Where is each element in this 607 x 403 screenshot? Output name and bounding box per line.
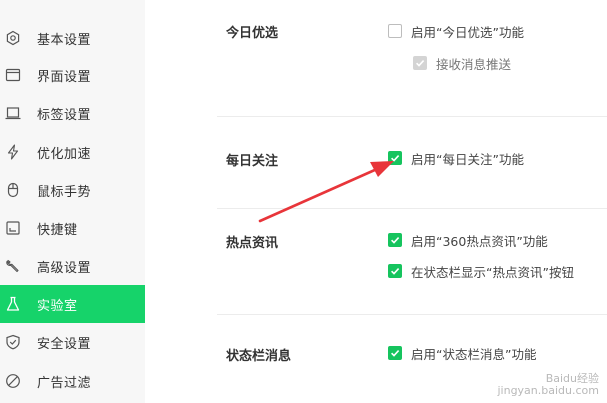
sidebar-item-label: 基本设置 <box>37 32 92 48</box>
option-show-hot-news-button[interactable]: 在状态栏显示“热点资讯”按钮 <box>388 262 574 280</box>
watermark: Baidu经验 jingyan.baidu.com <box>497 373 599 397</box>
section-divider <box>217 116 607 117</box>
window-icon <box>4 66 22 84</box>
checkbox-unchecked[interactable] <box>388 24 402 38</box>
option-label: 启用“状态栏消息”功能 <box>411 346 537 362</box>
shield-icon <box>4 333 22 351</box>
settings-sidebar: 基本设置 界面设置 标签设置 优化加速 鼠标手势 快捷键 高级设置 实验室 安全… <box>0 0 145 403</box>
mouse-icon <box>4 181 22 199</box>
check-icon <box>391 350 400 357</box>
section-title-daily-follow: 每日关注 <box>226 154 279 169</box>
sidebar-item-ad-filter[interactable]: 广告过滤 <box>0 362 145 400</box>
sidebar-item-label: 安全设置 <box>37 336 92 352</box>
keyboard-icon <box>4 219 22 237</box>
sidebar-item-advanced[interactable]: 高级设置 <box>0 247 145 285</box>
option-enable-daily-follow[interactable]: 启用“每日关注”功能 <box>388 149 524 167</box>
checkbox-checked-disabled[interactable] <box>413 56 427 70</box>
section-title-statusbar-messages: 状态栏消息 <box>226 349 292 364</box>
option-enable-statusbar-messages[interactable]: 启用“状态栏消息”功能 <box>388 344 536 362</box>
sidebar-item-lab[interactable]: 实验室 <box>0 285 145 323</box>
option-enable-today-picks[interactable]: 启用“今日优选”功能 <box>388 22 524 40</box>
sidebar-item-label: 广告过滤 <box>37 375 92 391</box>
sidebar-item-label: 鼠标手势 <box>37 184 92 200</box>
check-icon <box>391 268 400 275</box>
option-enable-hot-news[interactable]: 启用“360热点资讯”功能 <box>388 231 548 249</box>
sidebar-item-optimize[interactable]: 优化加速 <box>0 133 145 171</box>
sidebar-item-interface[interactable]: 界面设置 <box>0 56 145 94</box>
wrench-icon <box>4 257 22 275</box>
option-label: 启用“今日优选”功能 <box>411 24 524 40</box>
watermark-line2: jingyan.baidu.com <box>497 384 599 397</box>
flask-icon <box>4 295 22 313</box>
sidebar-item-label: 标签设置 <box>37 107 92 123</box>
section-title-today-picks: 今日优选 <box>226 26 279 41</box>
option-receive-push[interactable]: 接收消息推送 <box>413 54 511 72</box>
sidebar-item-label: 实验室 <box>37 298 78 314</box>
check-icon <box>416 60 425 67</box>
checkbox-checked[interactable] <box>388 346 402 360</box>
section-divider <box>217 208 607 209</box>
checkbox-checked[interactable] <box>388 233 402 247</box>
option-label: 启用“360热点资讯”功能 <box>411 233 548 249</box>
sidebar-item-shortcuts[interactable]: 快捷键 <box>0 209 145 247</box>
sidebar-item-label: 高级设置 <box>37 260 92 276</box>
lightning-icon <box>4 143 22 161</box>
sidebar-item-label: 快捷键 <box>37 222 78 238</box>
option-label: 启用“每日关注”功能 <box>411 151 524 167</box>
section-divider <box>217 314 607 315</box>
gear-icon <box>4 29 22 47</box>
sidebar-item-security[interactable]: 安全设置 <box>0 323 145 361</box>
sidebar-item-label: 界面设置 <box>37 69 92 85</box>
sidebar-item-basic[interactable]: 基本设置 <box>0 19 145 57</box>
section-title-hot-news: 热点资讯 <box>226 236 279 251</box>
option-label: 接收消息推送 <box>436 56 512 72</box>
sidebar-item-tabs[interactable]: 标签设置 <box>0 94 145 132</box>
check-icon <box>391 237 400 244</box>
option-label: 在状态栏显示“热点资讯”按钮 <box>411 264 574 280</box>
check-icon <box>391 155 400 162</box>
block-icon <box>4 372 22 390</box>
sidebar-item-mouse-gesture[interactable]: 鼠标手势 <box>0 171 145 209</box>
settings-content: 今日优选 启用“今日优选”功能 接收消息推送 每日关注 启用“每日关注”功能 热… <box>145 0 607 403</box>
checkbox-checked[interactable] <box>388 151 402 165</box>
checkbox-checked[interactable] <box>388 264 402 278</box>
sidebar-item-label: 优化加速 <box>37 146 92 162</box>
tab-icon <box>4 104 22 122</box>
